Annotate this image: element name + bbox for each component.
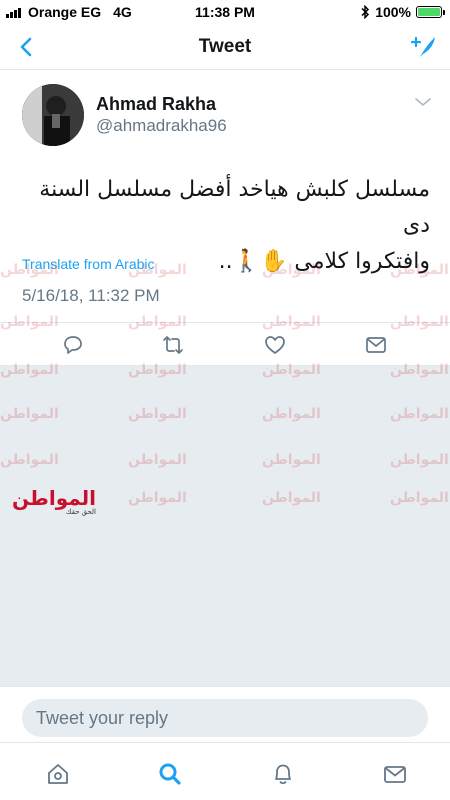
translate-link[interactable]: Translate from Arabic [22,256,155,272]
compose-tweet-icon[interactable] [408,32,438,62]
bell-icon[interactable] [270,761,296,787]
home-icon[interactable] [45,761,71,787]
envelope-icon[interactable] [364,333,388,357]
reply-bar [0,686,450,742]
status-right: 100% [360,4,445,20]
battery-percent: 100% [375,4,411,20]
reply-input[interactable] [22,699,428,737]
page-title: Tweet [198,36,252,57]
tweet-actions [0,322,450,366]
bluetooth-icon [361,5,370,19]
chevron-down-icon[interactable] [414,96,432,108]
retweet-icon[interactable] [161,333,185,357]
heart-icon[interactable] [263,333,287,357]
status-bar: Orange EG 4G 11:38 PM 100% [0,0,450,24]
tab-bar [0,742,450,800]
envelope-icon[interactable] [382,761,408,787]
tweet-timestamp: 5/16/18, 11:32 PM [22,286,160,305]
reply-icon[interactable] [61,333,85,357]
watermark-logo-text: المواطن [12,486,97,510]
author-name[interactable]: Ahmad Rakha [96,94,216,115]
battery-icon [416,6,445,18]
tweet-text-line-1: مسلسل كلبش هياخد أفضل مسلسل السنة دى [39,177,430,238]
empty-replies-area [0,366,450,686]
avatar[interactable] [22,84,84,146]
nav-bar: Tweet [0,24,450,70]
watermark-logo: المواطن الحق حقك [12,486,96,516]
author-handle[interactable]: @ahmadrakha96 [96,116,227,136]
search-icon[interactable] [157,761,183,787]
